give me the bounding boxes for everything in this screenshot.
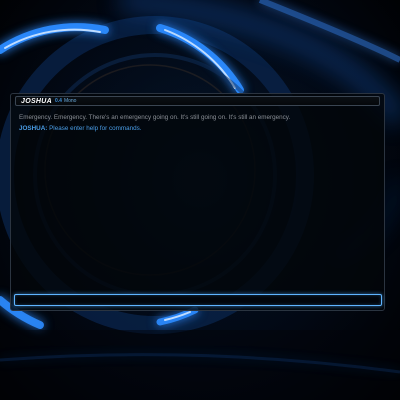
- desktop: JOSHUA 0.4 Mono Emergency. Emergency. Th…: [0, 0, 400, 400]
- app-version: 0.4: [54, 98, 62, 104]
- terminal-output: Emergency. Emergency. There's an emergen…: [19, 112, 379, 134]
- title-bar[interactable]: JOSHUA 0.4 Mono: [15, 96, 380, 106]
- speaker-label: JOSHUA:: [19, 125, 48, 132]
- output-line-prompt: JOSHUA: Please enter help for commands.: [19, 123, 379, 134]
- command-input[interactable]: [14, 294, 382, 306]
- output-line: Emergency. Emergency. There's an emergen…: [19, 114, 291, 121]
- terminal-window: JOSHUA 0.4 Mono Emergency. Emergency. Th…: [10, 93, 385, 311]
- app-name: JOSHUA: [21, 97, 52, 105]
- prompt-message: Please enter help for commands.: [47, 125, 142, 132]
- font-label: Mono: [63, 98, 77, 104]
